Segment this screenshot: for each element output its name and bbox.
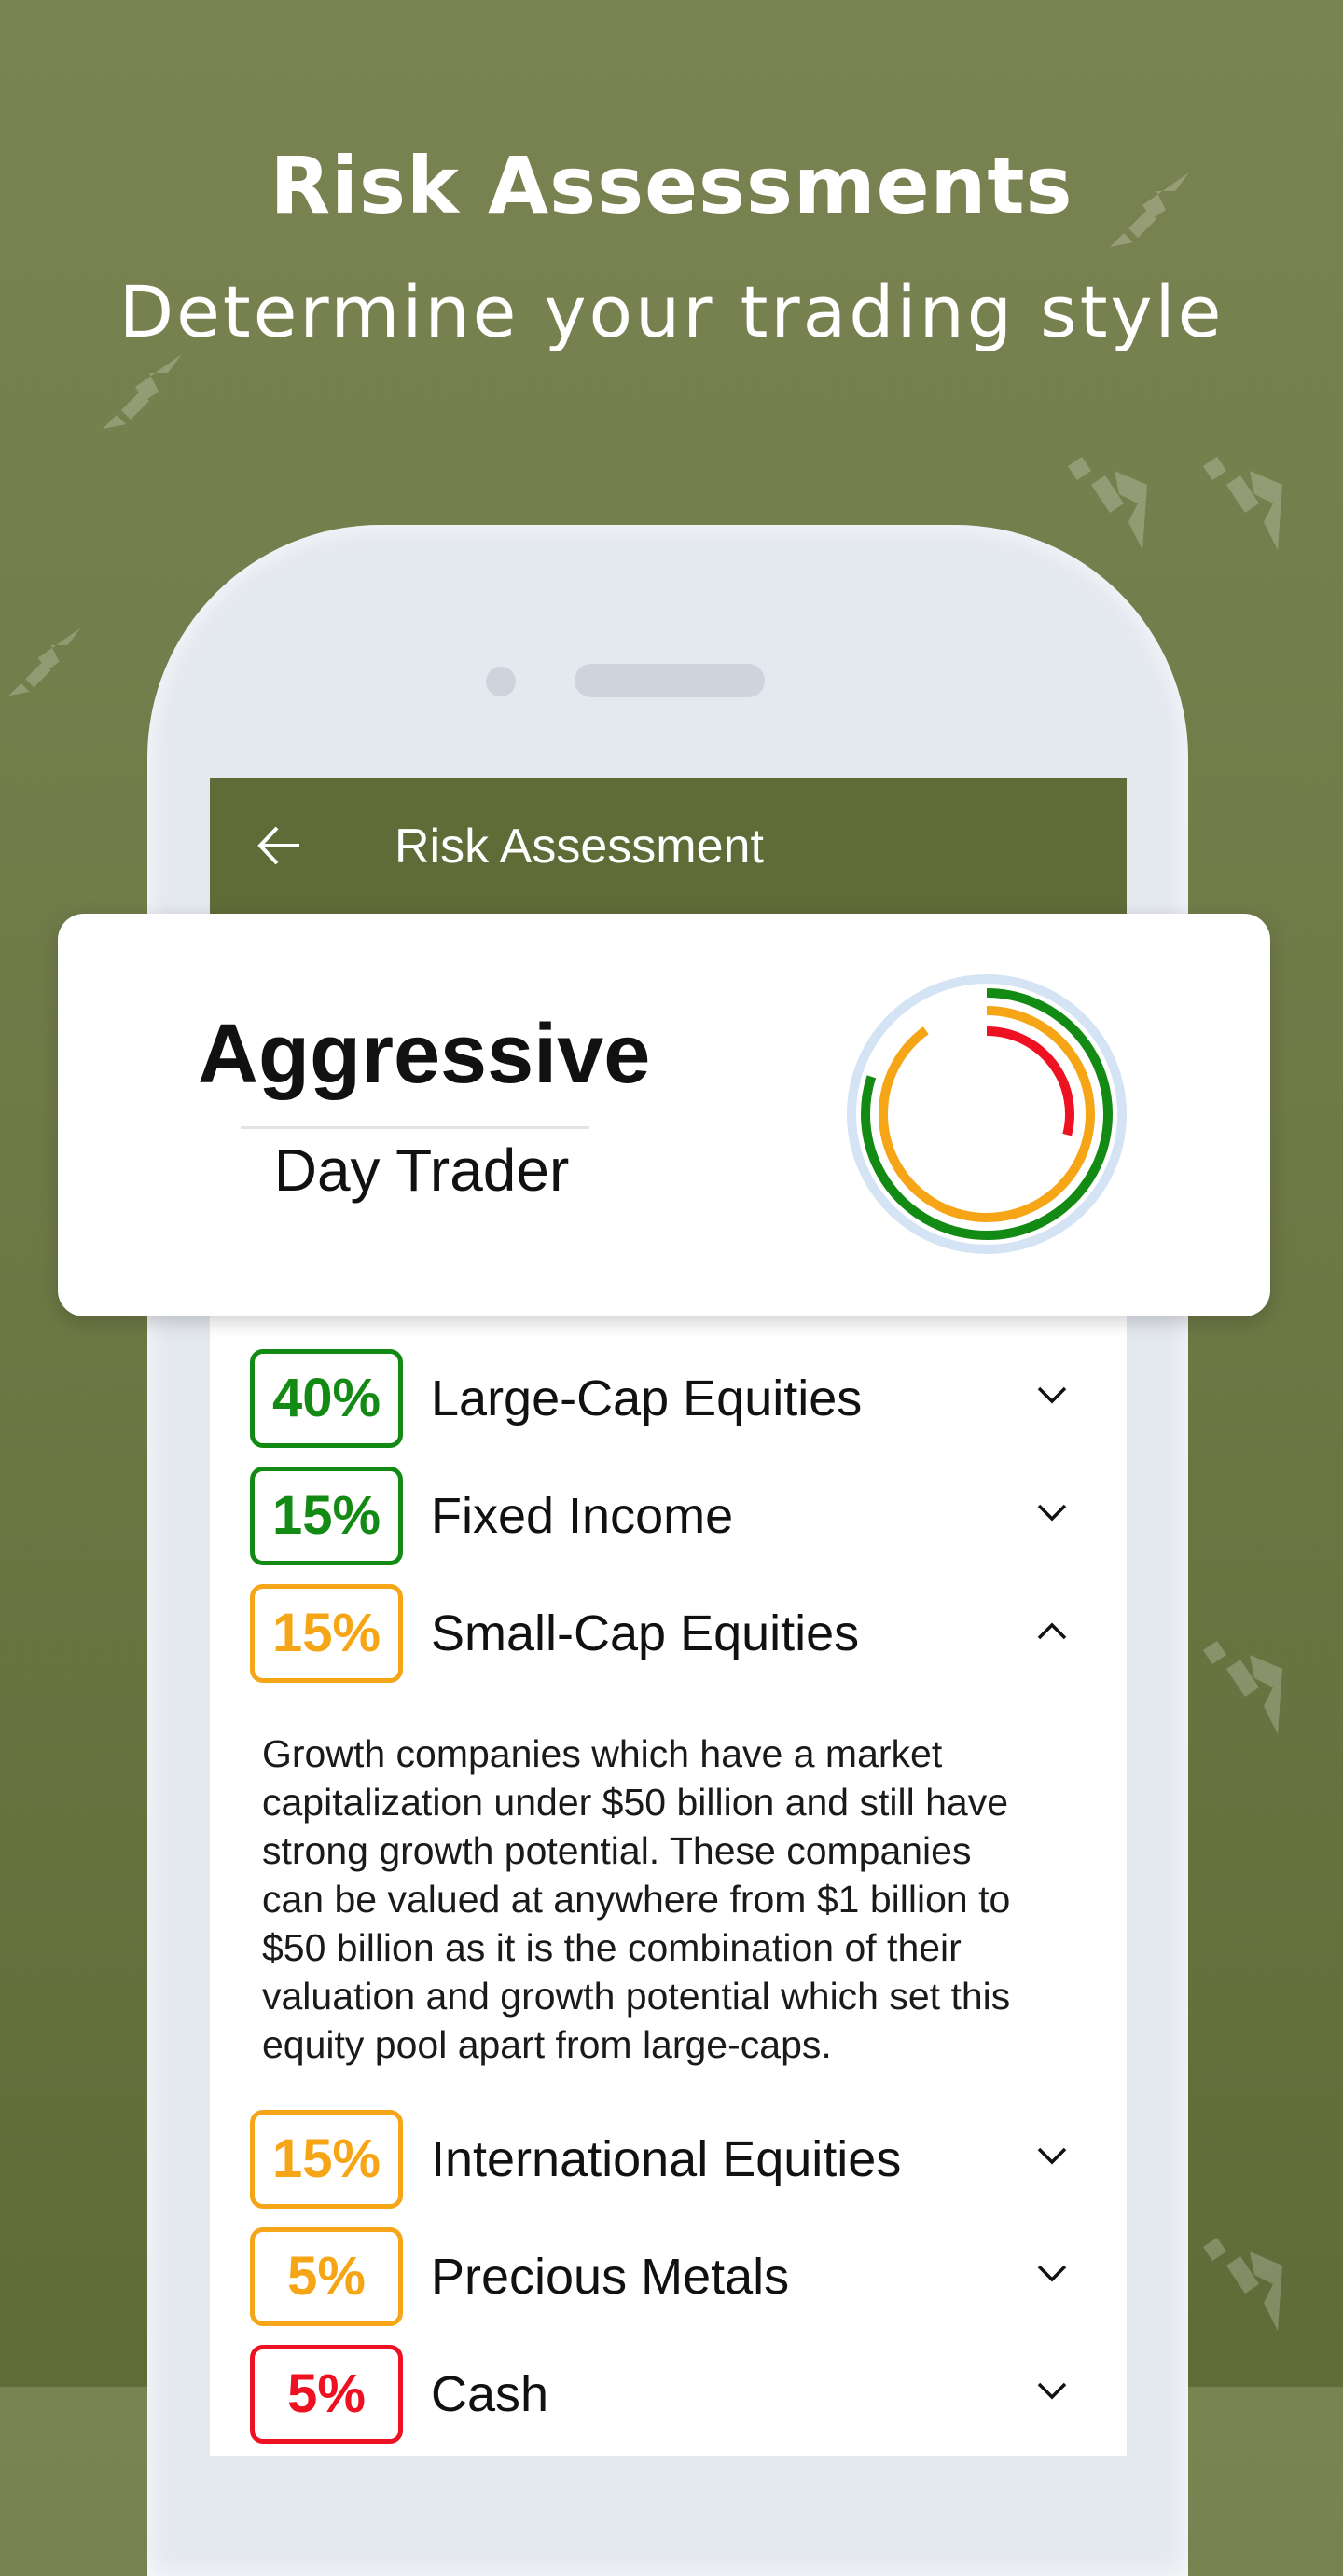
- app-bar-title: Risk Assessment: [395, 820, 764, 874]
- trading-style: Day Trader: [273, 1136, 570, 1204]
- watermark-logo-icon: [8, 627, 81, 696]
- allocation-label: International Equities: [431, 2131, 902, 2187]
- risk-level: Aggressive: [198, 1008, 651, 1101]
- ring-arc: [986, 1026, 1074, 1136]
- watermark-logo-icon: [103, 354, 182, 429]
- allocation-row[interactable]: 5% Precious Metals: [250, 2227, 1089, 2326]
- ring-track: [847, 974, 1127, 1254]
- chevron-down-icon[interactable]: [1033, 2138, 1071, 2175]
- chevron-down-icon[interactable]: [1033, 2373, 1071, 2410]
- percent-badge: 15%: [250, 1467, 403, 1565]
- allocation-row[interactable]: 15% Small-Cap Equities: [250, 1584, 1089, 1683]
- hero-subtitle: Determine your trading style: [118, 270, 1225, 353]
- phone-speaker: [575, 664, 765, 697]
- description-line: Growth companies which have a market: [262, 1732, 943, 1775]
- allocation-row[interactable]: 15% International Equities: [250, 2110, 1089, 2209]
- allocation-label: Cash: [431, 2366, 549, 2422]
- allocation-row[interactable]: 40% Large-Cap Equities: [250, 1349, 1089, 1448]
- description-line: capitalization under $50 billion and sti…: [262, 1781, 1009, 1824]
- ring-arc: [879, 1006, 1095, 1222]
- description-line: equity pool apart from large-caps.: [262, 2023, 832, 2066]
- percent-badge: 5%: [250, 2227, 403, 2326]
- watermark-logo-icon: [1068, 457, 1147, 550]
- chevron-down-icon[interactable]: [1033, 1495, 1071, 1532]
- chevron-down-icon[interactable]: [1033, 1377, 1071, 1414]
- divider: [241, 1126, 589, 1129]
- percent-badge: 15%: [250, 2110, 403, 2209]
- description-line: strong growth potential. These companies: [262, 1829, 972, 1872]
- allocation-row[interactable]: 15% Fixed Income: [250, 1467, 1089, 1565]
- watermark-logo-icon: [1203, 457, 1282, 550]
- percent-badge: 5%: [250, 2345, 403, 2444]
- allocation-label: Large-Cap Equities: [431, 1371, 863, 1426]
- percent-badge: 15%: [250, 1584, 403, 1683]
- chevron-up-icon[interactable]: [1033, 1612, 1071, 1649]
- expanded-description: Growth companies which have a market capi…: [262, 1729, 1101, 2069]
- description-line: can be valued at anywhere from $1 billio…: [262, 1878, 1011, 1921]
- allocation-ring: [847, 974, 1127, 1254]
- allocation-label: Fixed Income: [431, 1488, 734, 1544]
- hero-title: Risk Assessments: [270, 140, 1073, 231]
- phone-camera: [486, 667, 516, 696]
- description-line: valuation and growth potential which set…: [262, 1975, 1011, 2018]
- percent-badge: 40%: [250, 1349, 403, 1448]
- watermark-logo-icon: [1203, 2238, 1282, 2331]
- watermark-logo-icon: [1203, 1641, 1282, 1734]
- arrow-left-icon[interactable]: [255, 820, 305, 871]
- description-line: $50 billion as it is the combination of …: [262, 1926, 962, 1969]
- allocation-label: Precious Metals: [431, 2249, 790, 2305]
- chevron-down-icon[interactable]: [1033, 2255, 1071, 2293]
- allocation-row[interactable]: 5% Cash: [250, 2345, 1089, 2444]
- allocation-label: Small-Cap Equities: [431, 1605, 860, 1661]
